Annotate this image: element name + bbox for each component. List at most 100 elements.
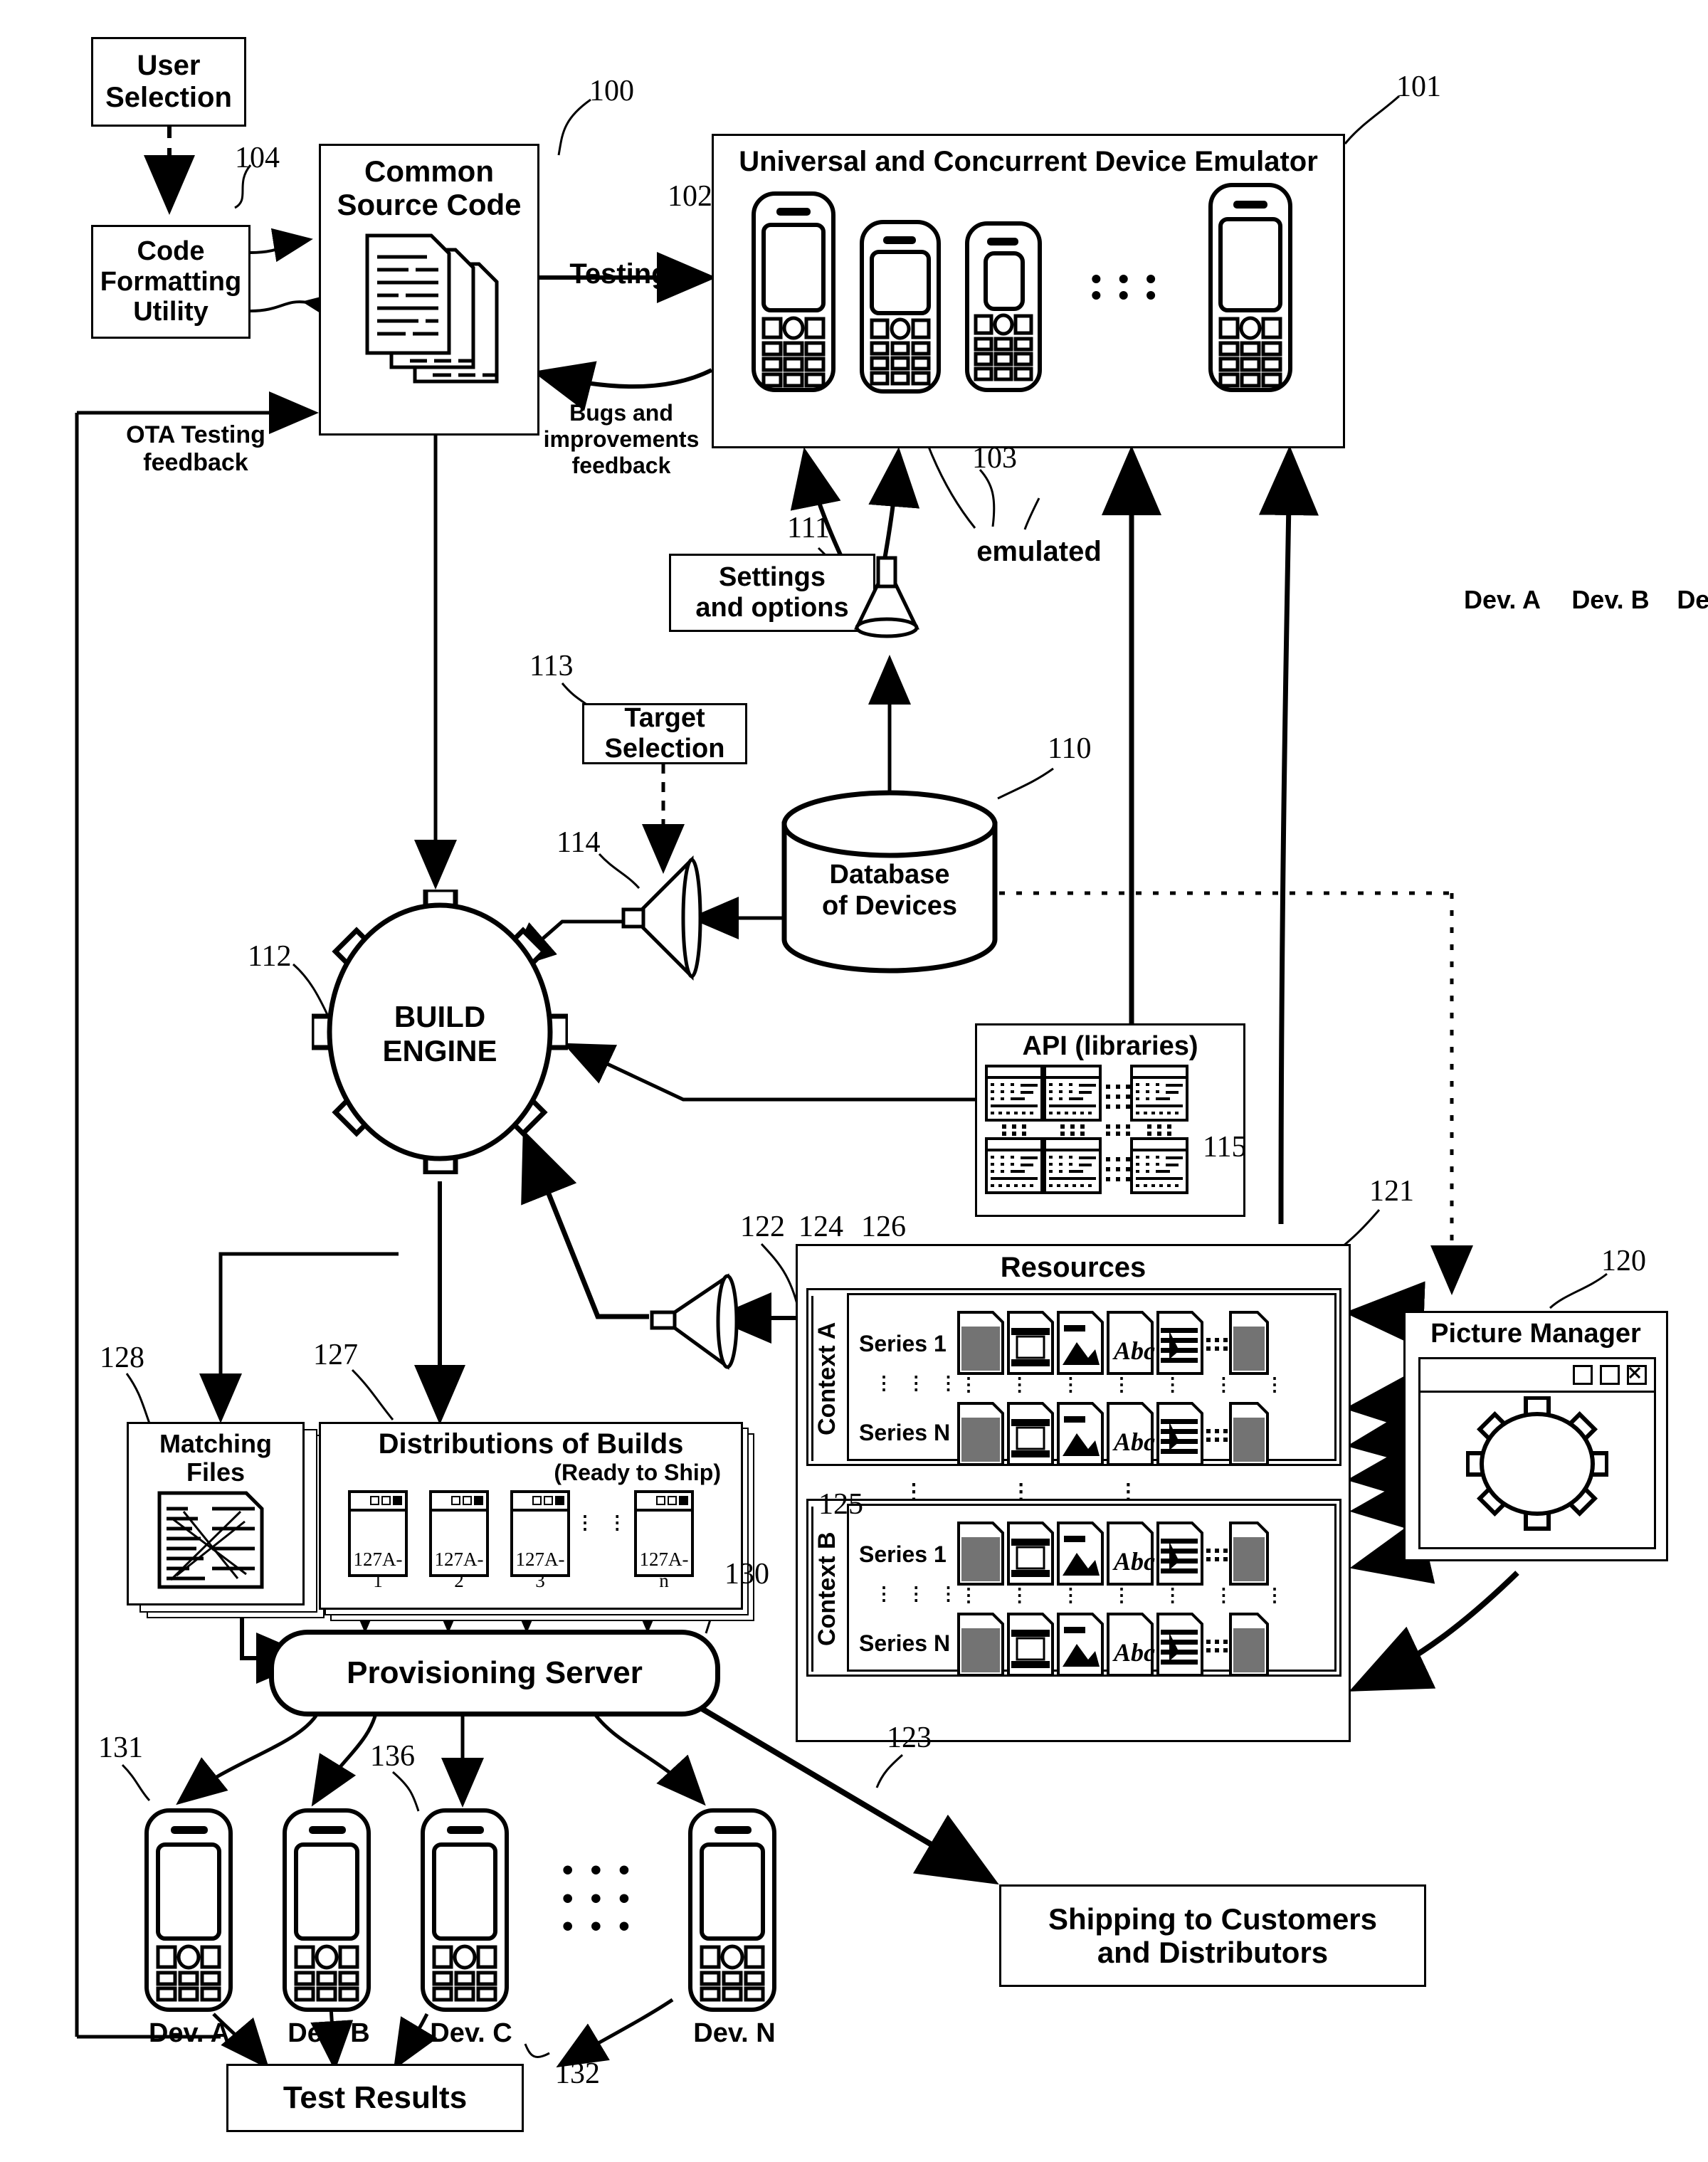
matching-files-box: Matching Files [127,1422,305,1605]
context-b-series-1-label: Series 1 [859,1541,947,1567]
provisioned-device-label-a: Dev. A [148,2018,231,2048]
funnel-111-icon [854,556,919,638]
picture-manager-gear-icon [1420,1393,1654,1535]
device-emulator-box: Universal and Concurrent Device Emulator [712,134,1708,614]
code-formatting-utility-box: Code Formatting Utility [91,225,251,339]
funnel-122-icon [650,1273,739,1370]
target-selection-box: Target Selection [582,703,747,764]
emulated-phone-a [748,191,839,399]
bugs-feedback-label: Bugs and improvements feedback [543,400,700,478]
svg-text:Abc: Abc [1112,1336,1155,1365]
ref-124: 124 [798,1211,843,1243]
provisioning-server-box: Provisioning Server [269,1630,720,1717]
provisioned-phone-b [278,1808,377,2018]
picture-manager-title: Picture Manager [1430,1319,1641,1349]
ref-103: 103 [972,442,1017,475]
ref-132: 132 [555,2057,600,2090]
context-a-series-1-label: Series 1 [859,1330,947,1356]
ref-131: 131 [98,1731,143,1764]
resources-title: Resources [1000,1252,1146,1283]
ref-102: 102 [668,180,712,213]
user-selection-box: User Selection [91,37,246,127]
provisioned-phones-ellipsis: • • • • • • • • • [562,1852,634,1944]
provisioned-device-label-n: Dev. N [693,2018,776,2048]
emulated-phone-b [856,219,944,399]
database-of-devices: Database of Devices [776,790,1003,975]
common-source-code-label: Common Source Code [337,154,522,222]
build-thumb-3[interactable]: 127A-3 [510,1489,570,1591]
context-a-group: Context A Series 1 Series N ⋮ ⋮ ⋮ Abc ⋮ … [806,1287,1341,1466]
ref-126: 126 [861,1211,906,1243]
svg-text:Abc: Abc [1112,1428,1155,1456]
svg-text:Abc: Abc [1112,1547,1155,1576]
code-formatting-utility-label: Code Formatting Utility [100,236,242,327]
ref-127: 127 [313,1339,358,1371]
context-b-group: Context B Series 1 Series N ⋮ ⋮ ⋮ Abc ⋮ … [806,1498,1341,1677]
context-a-series-n-files: Abc [956,1401,1269,1471]
test-results-box: Test Results [226,2064,524,2132]
user-selection-label: User Selection [105,50,232,113]
ref-115: 115 [1203,1131,1247,1164]
ref-113: 113 [529,650,574,682]
build-engine: BUILD ENGINE [309,887,571,1176]
build-thumb-n-label: 127A-n [639,1548,689,1591]
context-a-label: Context A [811,1295,846,1461]
build-thumb-1-label: 127A-1 [353,1548,403,1591]
common-source-code-box: Common Source Code [319,144,539,436]
ref-100: 100 [589,75,634,107]
ref-128: 128 [100,1341,144,1374]
ota-feedback-label: OTA Testing feedback [126,421,265,477]
distributions-of-builds-stack: Distributions of Builds (Ready to Ship) … [319,1422,760,1628]
provisioned-device-label-b: Dev. B [288,2018,370,2048]
context-b-series-n-label: Series N [859,1630,951,1656]
context-a-row-ellipsis: ⋮ ⋮ ⋮ [875,1371,962,1393]
device-emulator-title: Universal and Concurrent Device Emulator [739,146,1318,177]
provisioned-device-label-c: Dev. C [430,2018,512,2048]
ref-114: 114 [557,826,601,859]
patent-figure-sheet: User Selection Code Formatting Utility C… [0,0,1708,2162]
svg-text:Abc: Abc [1112,1638,1155,1667]
matching-files-stack: Matching Files [127,1422,333,1621]
test-results-label: Test Results [283,2080,468,2116]
ref-111: 111 [787,512,830,544]
api-libraries-label: API (libraries) [1022,1031,1198,1061]
maximize-icon[interactable] [1600,1365,1620,1385]
database-of-devices-label: Database of Devices [821,860,958,921]
ref-104: 104 [235,142,280,174]
emulator-device-label-b: Dev. B [1571,584,1650,614]
emulated-label: emulated [976,536,1102,567]
shipping-box: Shipping to Customers and Distributors [999,1884,1426,1987]
picture-manager-box: Picture Manager [1403,1311,1668,1561]
distributions-of-builds-subtitle: (Ready to Ship) [554,1459,721,1485]
build-thumb-2-label: 127A-2 [434,1548,484,1591]
provisioning-server-label: Provisioning Server [347,1655,643,1690]
build-engine-label: BUILD ENGINE [382,1000,497,1068]
emulator-device-label-a: Dev. A [1463,584,1541,614]
context-b-series-n-files: Abc [956,1611,1269,1682]
ref-136: 136 [370,1740,415,1773]
ref-112: 112 [248,940,292,973]
context-b-label: Context B [811,1506,846,1672]
distributions-of-builds-title: Distributions of Builds [378,1428,684,1460]
distributions-of-builds-box: Distributions of Builds (Ready to Ship) … [319,1422,743,1610]
ref-101: 101 [1396,70,1441,103]
ref-122: 122 [740,1211,785,1243]
emulator-ellipsis: • • • • • • [1091,261,1161,312]
build-thumb-2[interactable]: 127A-2 [429,1489,489,1591]
ref-130: 130 [724,1558,769,1591]
ref-121: 121 [1369,1175,1414,1208]
build-thumb-3-label: 127A-3 [515,1548,565,1591]
provisioned-phone-a [139,1808,239,2018]
provisioned-phone-c [416,1808,515,2018]
build-thumb-n[interactable]: 127A-n [634,1489,694,1591]
close-icon[interactable] [1627,1365,1647,1385]
settings-and-options-label: Settings and options [695,562,849,623]
document-stack-icon [365,233,499,384]
ref-120: 120 [1601,1245,1646,1277]
minimize-icon[interactable] [1573,1365,1593,1385]
context-b-row-ellipsis: ⋮ ⋮ ⋮ [875,1582,962,1604]
build-thumb-1[interactable]: 127A-1 [348,1489,408,1591]
context-b-series-1-files: Abc [956,1520,1269,1591]
target-selection-label: Target Selection [604,703,725,764]
matching-files-label: Matching Files [159,1429,272,1487]
